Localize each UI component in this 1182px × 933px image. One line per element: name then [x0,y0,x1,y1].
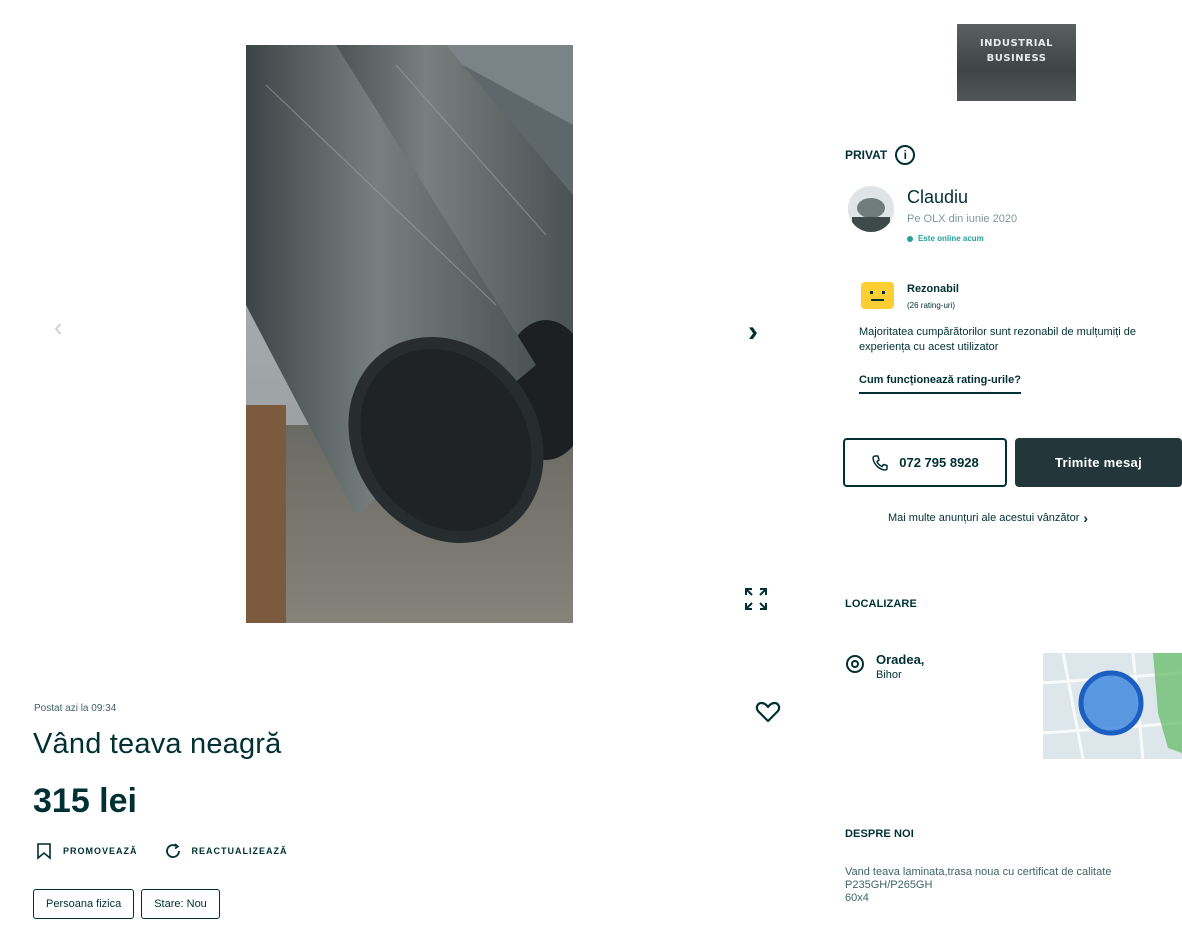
show-phone-button[interactable]: 072 795 8928 [843,438,1007,487]
listing-photo[interactable] [246,45,573,623]
listing-price: 315 lei [33,782,137,820]
refresh-label: REACTUALIZEAZĂ [191,846,288,856]
seller-type-label: PRIVAT [845,148,888,162]
rating-description: Majoritatea cumpărătorilor sunt rezonabi… [859,326,1136,353]
about-line: P235GH/P265GH [845,879,933,891]
listing-tags: Persoana fizica Stare: Nou [33,889,220,919]
rating-count: (26 rating-uri) [907,301,956,310]
location-city: Oradea, [876,652,925,667]
gallery-next-arrow[interactable]: › [748,316,770,348]
bookmark-icon [37,843,51,860]
refresh-icon [165,843,180,858]
about-line: Vand teava laminata,trasa noua cu certif… [845,866,1112,878]
seller-avatar[interactable] [848,186,894,232]
phone-number: 072 795 8928 [899,455,979,470]
about-line: 60x4 [845,892,869,904]
banner-line-1: INDUSTRIAL [979,38,1054,49]
info-icon[interactable]: i [895,145,916,165]
promote-button[interactable]: PROMOVEAZĂ [35,842,138,860]
about-heading: DESPRE NOI [845,828,914,840]
seller-member-since: Pe OLX din iunie 2020 [907,213,1018,225]
seller-type: PRIVAT i [845,145,916,165]
promote-label: PROMOVEAZĂ [63,846,138,856]
image-gallery: ‹ › [0,0,800,660]
avatar-image [848,186,894,232]
rating-label: Rezonabil [907,283,959,295]
tag-condition[interactable]: Stare: Nou [141,889,220,919]
more-seller-ads-link[interactable]: Mai multe anunțuri ale acestui vânzător … [888,510,1088,526]
rating-info-link[interactable]: Cum funcționează rating-urile? [859,374,1021,394]
pipes-image [246,45,573,623]
rating-face-icon [861,282,894,309]
phone-icon [872,454,888,471]
location-pin-icon [846,655,864,673]
map-image [1043,653,1182,759]
fullscreen-icon[interactable] [743,586,769,612]
online-text: Este online acum [918,234,984,243]
more-ads-label: Mai multe anunțuri ale acestui vânzător [888,512,1080,524]
gallery-prev-arrow[interactable]: ‹ [54,312,74,342]
send-message-button[interactable]: Trimite mesaj [1015,438,1182,487]
about-description: Vand teava laminata,trasa noua cu certif… [845,866,1182,905]
seller-name[interactable]: Claudiu [907,187,968,208]
posted-date: Postat azi la 09:34 [34,703,117,714]
tag-seller-type[interactable]: Persoana fizica [33,889,135,919]
business-banner[interactable]: INDUSTRIAL BUSINESS [957,24,1076,101]
refresh-listing-button[interactable]: REACTUALIZEAZĂ [164,842,288,860]
banner-line-2: BUSINESS [986,53,1047,64]
listing-title: Vând teava neagră [33,728,282,760]
listing-actions: PROMOVEAZĂ REACTUALIZEAZĂ [35,842,288,860]
online-dot-icon [907,235,913,242]
seller-online-status: Este online acum [907,234,984,243]
favorite-heart-icon[interactable] [755,700,781,724]
location-region: Bihor [876,669,902,681]
location-heading: LOCALIZARE [845,598,917,610]
location-map[interactable] [1043,653,1182,759]
chevron-right-icon: › [1083,510,1089,526]
